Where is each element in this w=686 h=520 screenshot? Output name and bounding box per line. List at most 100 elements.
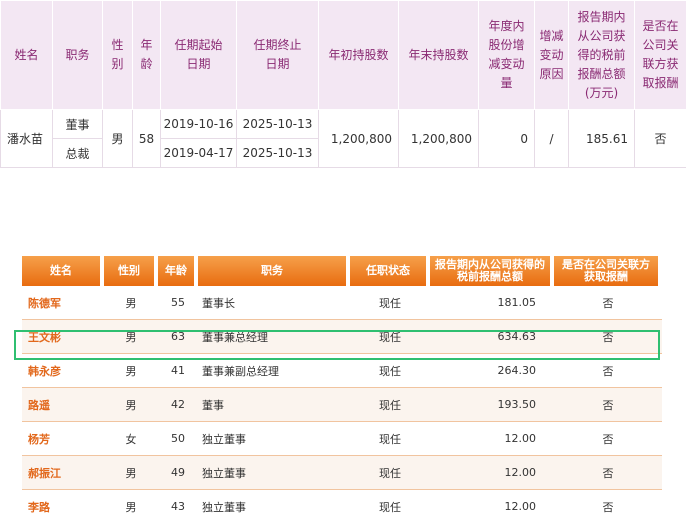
column-header-line: 任职状态 (366, 264, 410, 277)
column-header-line: (万元) (584, 85, 619, 100)
column-header-line: 性 (111, 38, 124, 52)
gender-cell: 男 (104, 286, 158, 320)
column-header-line: 年初持股数 (328, 47, 389, 62)
name-cell: 王文彬 (22, 320, 104, 354)
gender-cell: 男 (104, 388, 158, 422)
column-header: 是否在公司关联方获取报酬 (554, 256, 662, 286)
status-cell: 现任 (350, 456, 430, 490)
age-cell: 41 (158, 354, 198, 388)
executive-compensation-table-top: 姓名 职务性别年龄任期起始 日期 任期终止 日期 年初持股数 年末持股数 年度内 股份增 减变动量… (0, 0, 686, 168)
column-header: 职务 (52, 0, 103, 110)
column-header-line: 变动 (539, 47, 564, 62)
column-header-line: 减变动 (488, 57, 525, 71)
column-header: 年末持股数 (398, 0, 479, 110)
related-pay-cell: 否 (554, 286, 662, 320)
column-header-line: 职务 (65, 47, 90, 62)
column-header-line: 增减 (539, 28, 564, 43)
related-pay-cell: 否 (554, 354, 662, 388)
gender-cell: 男 (104, 320, 158, 354)
position-cell: 董事兼副总经理 (198, 354, 350, 388)
table-row: 路遥男 42 董事 现任 193.50 否 (22, 388, 662, 422)
column-header-line: 股份增 (488, 38, 525, 52)
related-pay-cell: 否 (634, 109, 686, 168)
column-header-line: 任期终止 (253, 38, 302, 52)
position-cell: 独立董事 (198, 490, 350, 520)
column-header-line: 取报酬 (642, 76, 679, 90)
end-date-cell: 2025-10-13 (236, 138, 319, 168)
column-header-line: 报告期内 (577, 9, 626, 24)
shares-begin-cell: 1,200,800 (318, 109, 399, 168)
column-header-line: 从公司获 (577, 28, 626, 43)
table-row: 王文彬男 63 董事兼总经理 现任 634.63 否 (22, 320, 662, 354)
column-header: 姓名 (22, 256, 104, 286)
name-cell: 韩永彦 (22, 354, 104, 388)
age-cell: 49 (158, 456, 198, 490)
column-header-line: 联方获 (642, 57, 679, 71)
name-cell: 李路 (22, 490, 104, 520)
gender-cell: 女 (104, 422, 158, 456)
column-header-line: 量 (500, 76, 513, 90)
status-cell: 现任 (350, 286, 430, 320)
name-cell: 潘水苗 (0, 109, 53, 168)
related-pay-cell: 否 (554, 490, 662, 520)
position-cell: 董事长 (198, 286, 350, 320)
position-cell: 独立董事 (198, 456, 350, 490)
related-pay-cell: 否 (554, 388, 662, 422)
pay-cell: 634.63 (430, 320, 554, 354)
related-pay-cell: 否 (554, 320, 662, 354)
status-cell: 现任 (350, 422, 430, 456)
column-header-line: 日期 (186, 57, 211, 71)
pay-cell: 181.05 (430, 286, 554, 320)
column-header: 年度内股份增减变动量 (478, 0, 535, 110)
column-header: 年龄 (132, 0, 161, 110)
gender-cell: 男 (104, 456, 158, 490)
pay-cell: 12.00 (430, 456, 554, 490)
age-cell: 43 (158, 490, 198, 520)
start-date-cell: 2019-04-17 (160, 138, 237, 168)
top-table-header-row: 姓名 职务性别年龄任期起始 日期 任期终止 日期 年初持股数 年末持股数 年度内 股份增 减变动量… (0, 0, 686, 110)
age-cell: 55 (158, 286, 198, 320)
column-header-line: 年末持股数 (408, 47, 469, 62)
column-header: 是否在公司关联方获取报酬 (634, 0, 686, 110)
column-header: 报告期内从公司获得的 税前报酬总额 (430, 256, 554, 286)
status-cell: 现任 (350, 354, 430, 388)
name-cell: 杨芳 (22, 422, 104, 456)
table-row: 李路男 43 独立董事 现任 12.00 否 (22, 490, 662, 520)
column-header-line: 性别 (118, 264, 140, 277)
column-header-line: 年度内 (488, 19, 525, 33)
column-header-line: 日期 (265, 57, 290, 71)
column-header: 职务 (198, 256, 350, 286)
age-cell: 63 (158, 320, 198, 354)
pay-cell: 193.50 (430, 388, 554, 422)
column-header-line: 姓名 (50, 264, 72, 277)
change-reason-cell: / (534, 109, 569, 168)
column-header-line: 报酬总额 (577, 66, 626, 81)
column-header-line: 别 (111, 57, 124, 71)
related-pay-cell: 否 (554, 456, 662, 490)
age-cell: 58 (132, 109, 161, 168)
column-header-line: 公司关 (642, 38, 679, 52)
position-cell: 董事 (198, 388, 350, 422)
column-header-line: 姓名 (14, 47, 39, 62)
table-row: 陈德军男 55 董事长 现任 181.05 否 (22, 286, 662, 320)
column-header: 姓名 (0, 0, 53, 110)
related-pay-cell: 否 (554, 422, 662, 456)
column-header: 性别 (104, 256, 158, 286)
column-header-line: 年龄 (165, 264, 187, 277)
status-cell: 现任 (350, 490, 430, 520)
status-cell: 现任 (350, 320, 430, 354)
gender-cell: 男 (104, 354, 158, 388)
share-change-cell: 0 (478, 109, 535, 168)
column-header-line: 职务 (261, 264, 283, 277)
table-row: 韩永彦男 41 董事兼副总经理 现任 264.30 否 (22, 354, 662, 388)
pay-cell: 185.61 (568, 109, 635, 168)
column-header-line: 得的税前 (577, 47, 626, 62)
position-cell: 董事 (52, 109, 103, 139)
pay-cell: 264.30 (430, 354, 554, 388)
table-row: 潘水苗 董事 男 58 2019-10-16 2025-10-13 1,200,… (0, 109, 686, 168)
name-cell: 路遥 (22, 388, 104, 422)
executive-compensation-table-bottom: 姓名 性别 年龄 职务 任职状态 报告期内从公司获得的 税前报酬总额 是否在公司关联方 获取报酬… (22, 256, 686, 520)
position-cell: 独立董事 (198, 422, 350, 456)
pay-cell: 12.00 (430, 490, 554, 520)
column-header: 性别 (102, 0, 133, 110)
